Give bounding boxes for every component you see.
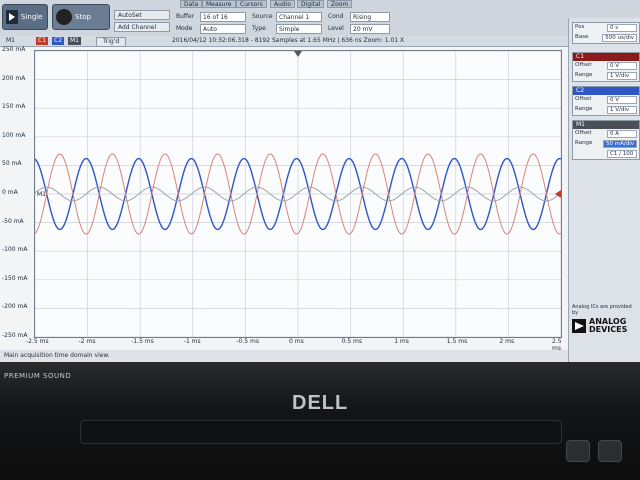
c2-offset-input[interactable]: 0 V: [607, 96, 637, 104]
buffer-label: Buffer: [176, 13, 195, 20]
autoset-button[interactable]: AutoSet: [114, 10, 170, 20]
x-tick-label: 1.5 ms: [446, 338, 468, 345]
x-tick-label: -2.5 ms: [26, 338, 49, 345]
m1-card-title[interactable]: M1: [573, 121, 639, 129]
menu-cursors[interactable]: Cursors: [236, 0, 267, 8]
base-input[interactable]: 500 us/div: [602, 34, 637, 42]
dell-logo: DELL: [292, 392, 349, 414]
plot-tab-title: M1: [6, 37, 15, 44]
stop-button[interactable]: Stop: [52, 4, 110, 30]
y-tick-label: 100 mA: [2, 131, 26, 139]
condition-select[interactable]: Rising: [350, 12, 390, 22]
time-card: Pos 0 s Base 500 us/div: [572, 22, 640, 44]
m1-zero-marker[interactable]: M1: [37, 191, 46, 198]
source-select[interactable]: Channel 1: [276, 12, 322, 22]
m1-offset-label: Offset: [575, 130, 592, 136]
adi-caption: Analog ICs are provided by: [572, 304, 632, 316]
level-label: Level: [328, 25, 344, 32]
adi-branding: Analog ICs are provided by ANALOG DEVICE…: [572, 304, 638, 334]
level-input[interactable]: 20 mV: [350, 24, 390, 34]
c1-range-label: Range: [575, 72, 593, 78]
channel-tag-m1[interactable]: M1: [68, 37, 81, 45]
m1-offset-input[interactable]: 0 A: [607, 130, 637, 138]
type-select[interactable]: Simple: [276, 24, 322, 34]
c2-range-select[interactable]: 1 V/div: [607, 106, 637, 114]
y-tick-label: 150 mA: [2, 103, 26, 111]
x-tick-label: -0.5 ms: [236, 338, 259, 345]
single-button[interactable]: Single: [2, 4, 48, 30]
c2-range-label: Range: [575, 106, 593, 112]
menu-digital[interactable]: Digital: [297, 0, 325, 8]
y-tick-label: 250 mA: [2, 46, 26, 53]
trigger-position-marker[interactable]: [294, 51, 302, 57]
premium-sound-label: PREMIUM SOUND: [4, 372, 72, 380]
y-tick-label: 0 mA: [2, 189, 18, 196]
plot-header: M1 C1 C2 M1 Trig'd 2016/04/12 10:32:06.3…: [0, 36, 568, 47]
y-tick-label: 50 mA: [2, 160, 22, 168]
status-bar: Main acquisition time domain view.: [0, 350, 568, 362]
menu-zoom[interactable]: Zoom: [327, 0, 353, 8]
channel-tag-c1[interactable]: C1: [36, 37, 49, 45]
mode-label: Mode: [176, 25, 193, 32]
single-icon: [6, 10, 18, 24]
source-label: Source: [252, 13, 273, 20]
c1-offset-input[interactable]: 0 V: [607, 62, 637, 70]
acquisition-info: 2016/04/12 10:32:06.318 - 8192 Samples a…: [172, 37, 405, 44]
type-label: Type: [252, 25, 266, 32]
stop-icon: [56, 9, 72, 25]
plot-window: M1 C1 C2 M1 Trig'd 2016/04/12 10:32:06.3…: [0, 36, 568, 352]
menu-data[interactable]: Data: [180, 0, 203, 8]
c2-card: C2 Offset 0 V Range 1 V/div: [572, 86, 640, 116]
hardware-key[interactable]: [566, 440, 590, 462]
pos-input[interactable]: 0 s: [607, 24, 637, 32]
pos-label: Pos: [575, 24, 585, 30]
screen: Single Stop AutoSet Add Channel Data Mea…: [0, 0, 640, 362]
x-tick-label: 2 ms: [499, 338, 515, 345]
c1-card-title[interactable]: C1: [573, 53, 639, 61]
mode-select[interactable]: Auto: [200, 24, 246, 34]
c2-card-title[interactable]: C2: [573, 87, 639, 95]
c1-range-select[interactable]: 1 V/div: [607, 72, 637, 80]
x-tick-label: 0 ms: [289, 338, 304, 345]
y-tick-label: -150 mA: [2, 274, 28, 282]
menu-audio[interactable]: Audio: [270, 0, 296, 8]
adi-name-line2: DEVICES: [589, 325, 628, 334]
c1-card: C1 Offset 0 V Range 1 V/div: [572, 52, 640, 82]
y-tick-label: -100 mA: [2, 246, 28, 254]
m1-range-select[interactable]: 50 mA/div: [603, 140, 637, 148]
channel-tag-c2[interactable]: C2: [52, 37, 65, 45]
x-tick-label: -2 ms: [78, 338, 96, 345]
buffer-select[interactable]: 16 of 16: [200, 12, 246, 22]
waveform-plot[interactable]: M1: [34, 50, 562, 338]
base-label: Base: [575, 34, 589, 40]
toolbar: Single Stop AutoSet Add Channel Data Mea…: [0, 0, 640, 37]
laptop-hinge: [80, 420, 562, 444]
x-tick-label: -1 ms: [183, 338, 201, 345]
trigger-status: Trig'd: [96, 37, 127, 47]
add-channel-button[interactable]: Add Channel: [114, 22, 170, 32]
hardware-key[interactable]: [598, 440, 622, 462]
y-tick-label: 200 mA: [2, 74, 26, 82]
c2-offset-label: Offset: [575, 96, 592, 102]
menu-measure[interactable]: Measure: [202, 0, 236, 8]
x-tick-label: 1 ms: [394, 338, 409, 345]
condition-label: Cond: [328, 13, 344, 20]
c1-offset-label: Offset: [575, 62, 592, 68]
status-text: Main acquisition time domain view.: [4, 352, 110, 359]
x-tick-label: -1.5 ms: [131, 338, 154, 345]
plot-area[interactable]: M1: [34, 50, 562, 338]
x-tick-label: 0.5 ms: [341, 338, 363, 345]
m1-range-label: Range: [575, 140, 593, 146]
y-tick-label: -200 mA: [2, 303, 28, 311]
analog-devices-logo-icon: [572, 319, 586, 333]
m1-formula[interactable]: C1 / 100: [607, 150, 637, 158]
m1-card: M1 Offset 0 A Range 50 mA/div C1 / 100: [572, 120, 640, 160]
y-tick-label: -50 mA: [2, 217, 24, 225]
